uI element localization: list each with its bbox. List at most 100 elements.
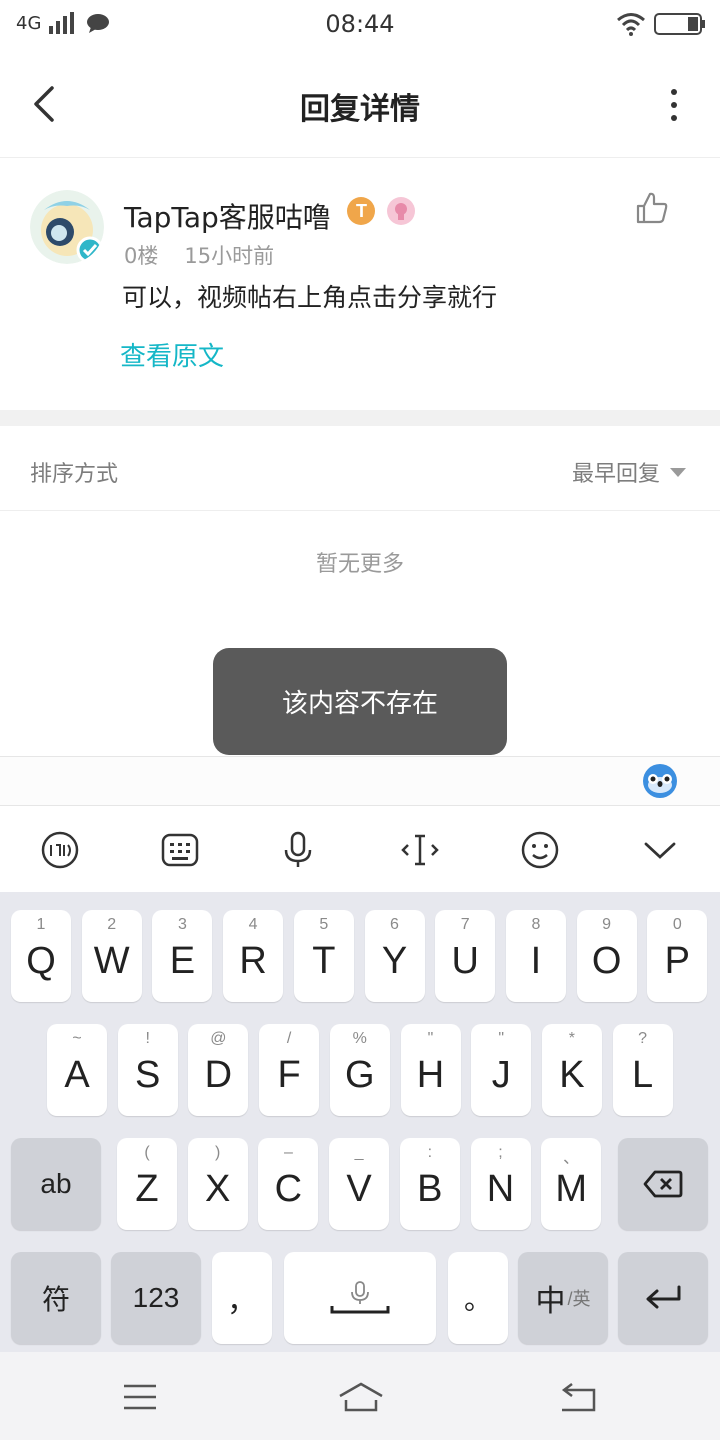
key-sublabel: /: [286, 1030, 292, 1047]
key-h[interactable]: " H: [400, 1024, 461, 1116]
home-icon[interactable]: [338, 1380, 384, 1414]
key-label: L: [632, 1053, 654, 1096]
key-sublabel: :: [427, 1144, 433, 1161]
voice-input-icon[interactable]: [278, 830, 318, 870]
key-label: H: [416, 1053, 445, 1096]
key-label: U: [451, 939, 479, 982]
view-original-link[interactable]: 查看原文: [120, 336, 224, 373]
key-w[interactable]: 2W: [81, 910, 142, 1002]
key-o[interactable]: 9O: [576, 910, 637, 1002]
delete-key[interactable]: [618, 1138, 708, 1230]
reply-time: 15小时前: [184, 244, 275, 268]
key-label: E: [169, 939, 196, 982]
key-sublabel: @: [210, 1030, 227, 1047]
space-key[interactable]: [284, 1252, 436, 1344]
key-label: B: [417, 1167, 443, 1210]
key-label: J: [491, 1053, 511, 1096]
key-label: S: [135, 1053, 161, 1096]
number-key[interactable]: 123: [111, 1252, 201, 1344]
sort-label: 排序方式: [30, 462, 119, 487]
key-e[interactable]: 3E: [152, 910, 213, 1002]
key-sublabel: 4: [248, 916, 258, 933]
key-f[interactable]: / F: [259, 1024, 320, 1116]
key-c[interactable]: – C: [258, 1138, 319, 1230]
toast-message: 该内容不存在: [213, 648, 507, 755]
key-j[interactable]: " J: [471, 1024, 532, 1116]
key-sublabel: 0: [672, 916, 682, 933]
key-sublabel: ?: [638, 1030, 648, 1047]
key-label: Z: [135, 1167, 159, 1210]
key-a[interactable]: ~ A: [47, 1024, 107, 1116]
key-label: Q: [26, 939, 56, 982]
key-t[interactable]: 5T: [293, 910, 354, 1002]
collapse-keyboard-icon[interactable]: [640, 830, 680, 870]
reply-meta: 0楼 15小时前: [124, 240, 274, 270]
key-sublabel: 2: [107, 916, 117, 933]
reply-card: TapTap客服咕噜 T 0楼 15小时前 可以，视频帖右上角点击分享就行 查看…: [0, 160, 720, 410]
symbol-key[interactable]: 符: [11, 1252, 101, 1344]
key-r[interactable]: 4R: [223, 910, 284, 1002]
key-sublabel: –: [283, 1144, 293, 1161]
key-label: O: [591, 939, 622, 982]
key-u[interactable]: 7U: [435, 910, 496, 1002]
system-nav-bar: [0, 1352, 720, 1440]
key-label: N: [486, 1167, 515, 1210]
status-bar: 4G 08:44: [0, 0, 720, 52]
key-p[interactable]: 0P: [647, 910, 708, 1002]
key-sublabel: !: [145, 1030, 150, 1047]
key-label: V: [346, 1167, 372, 1210]
key-x[interactable]: ) X: [187, 1138, 248, 1230]
soft-keyboard: 1Q2W3E4R5T6Y7U8I9O0P ~ A! S @ D / F% G " H " J * K? L …: [0, 892, 720, 1352]
key-i[interactable]: 8I: [505, 910, 566, 1002]
key-label: Y: [381, 939, 408, 982]
sort-bar: 排序方式 最早回复: [0, 426, 720, 511]
wifi-icon: [617, 13, 645, 36]
key-label: X: [205, 1167, 231, 1210]
sort-value: 最早回复: [571, 462, 660, 487]
key-d[interactable]: @ D: [188, 1024, 249, 1116]
keyboard-layout-icon[interactable]: [160, 830, 200, 870]
key-sublabel: ~: [72, 1030, 82, 1047]
key-sublabel: ;: [498, 1144, 503, 1161]
space-mic-icon: [330, 1281, 390, 1314]
comma-key[interactable]: ，: [212, 1252, 272, 1344]
reply-input-bar[interactable]: [0, 756, 720, 806]
caret-down-icon: [670, 467, 686, 477]
key-sublabel: %: [352, 1030, 367, 1047]
mascot-icon[interactable]: [642, 763, 678, 799]
sort-dropdown[interactable]: 最早回复: [572, 456, 686, 488]
key-label: R: [239, 939, 267, 982]
key-v[interactable]: _ V: [329, 1138, 390, 1230]
level-badge-icon: T: [347, 197, 375, 225]
key-m[interactable]: 、 M: [541, 1138, 602, 1230]
more-options-button[interactable]: [666, 88, 682, 122]
key-b[interactable]: :B: [399, 1138, 460, 1230]
avatar[interactable]: [30, 190, 104, 264]
username[interactable]: TapTap客服咕噜: [124, 196, 331, 236]
empty-state-text: 暂无更多: [315, 552, 404, 577]
key-n[interactable]: ; N: [470, 1138, 531, 1230]
clock: 08:44: [325, 10, 395, 38]
ab-key[interactable]: ab: [11, 1138, 101, 1230]
key-k[interactable]: * K: [541, 1024, 602, 1116]
keyboard-toolbar: [0, 806, 720, 892]
period-key[interactable]: 。: [448, 1252, 508, 1344]
cursor-move-icon[interactable]: [400, 830, 440, 870]
key-l[interactable]: ? L: [612, 1024, 673, 1116]
key-g[interactable]: % G: [329, 1024, 390, 1116]
like-button[interactable]: [634, 190, 670, 226]
key-y[interactable]: 6Y: [364, 910, 425, 1002]
key-label: I: [530, 939, 542, 982]
language-switch-key[interactable]: 中 /英: [518, 1252, 608, 1344]
key-z[interactable]: (Z: [117, 1138, 177, 1230]
enter-key[interactable]: [618, 1252, 708, 1344]
input-method-icon[interactable]: [40, 830, 80, 870]
key-sublabel: 6: [390, 916, 399, 933]
back-nav-icon[interactable]: [558, 1380, 598, 1414]
menu-icon[interactable]: [120, 1380, 160, 1414]
emoji-icon[interactable]: [520, 830, 560, 870]
official-badge-icon: [387, 197, 415, 225]
key-q[interactable]: 1Q: [11, 910, 71, 1002]
key-s[interactable]: ! S: [117, 1024, 178, 1116]
key-label: M: [555, 1167, 588, 1210]
